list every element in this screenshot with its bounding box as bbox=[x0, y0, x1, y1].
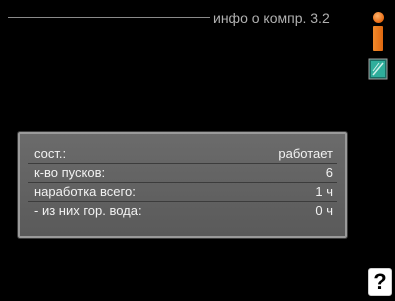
status-value: работает bbox=[278, 146, 333, 161]
manual-book-icon-graphic bbox=[368, 58, 388, 80]
info-icon-dot bbox=[373, 12, 384, 23]
hot-water-runtime-row: - из них гор. вода: 0 ч bbox=[28, 201, 337, 221]
manual-book-icon[interactable] bbox=[368, 58, 388, 80]
total-runtime-label: наработка всего: bbox=[34, 184, 136, 199]
status-label: сост.: bbox=[34, 146, 67, 161]
starts-row: к-во пусков: 6 bbox=[28, 163, 337, 183]
starts-value: 6 bbox=[325, 165, 333, 180]
total-runtime-value: 1 ч bbox=[315, 184, 333, 199]
starts-label: к-во пусков: bbox=[34, 165, 106, 180]
status-row: сост.: работает bbox=[28, 144, 337, 164]
help-button[interactable]: ? bbox=[368, 268, 392, 296]
info-icon-bar bbox=[373, 26, 383, 51]
hot-water-runtime-label: - из них гор. вода: bbox=[34, 203, 142, 218]
title-divider bbox=[8, 17, 210, 18]
total-runtime-row: наработка всего: 1 ч bbox=[28, 182, 337, 202]
hot-water-runtime-value: 0 ч bbox=[315, 203, 333, 218]
compressor-info-panel: сост.: работает к-во пусков: 6 наработка… bbox=[18, 132, 347, 238]
info-icon bbox=[372, 12, 384, 52]
page-title: инфо о компр. 3.2 bbox=[213, 10, 330, 26]
